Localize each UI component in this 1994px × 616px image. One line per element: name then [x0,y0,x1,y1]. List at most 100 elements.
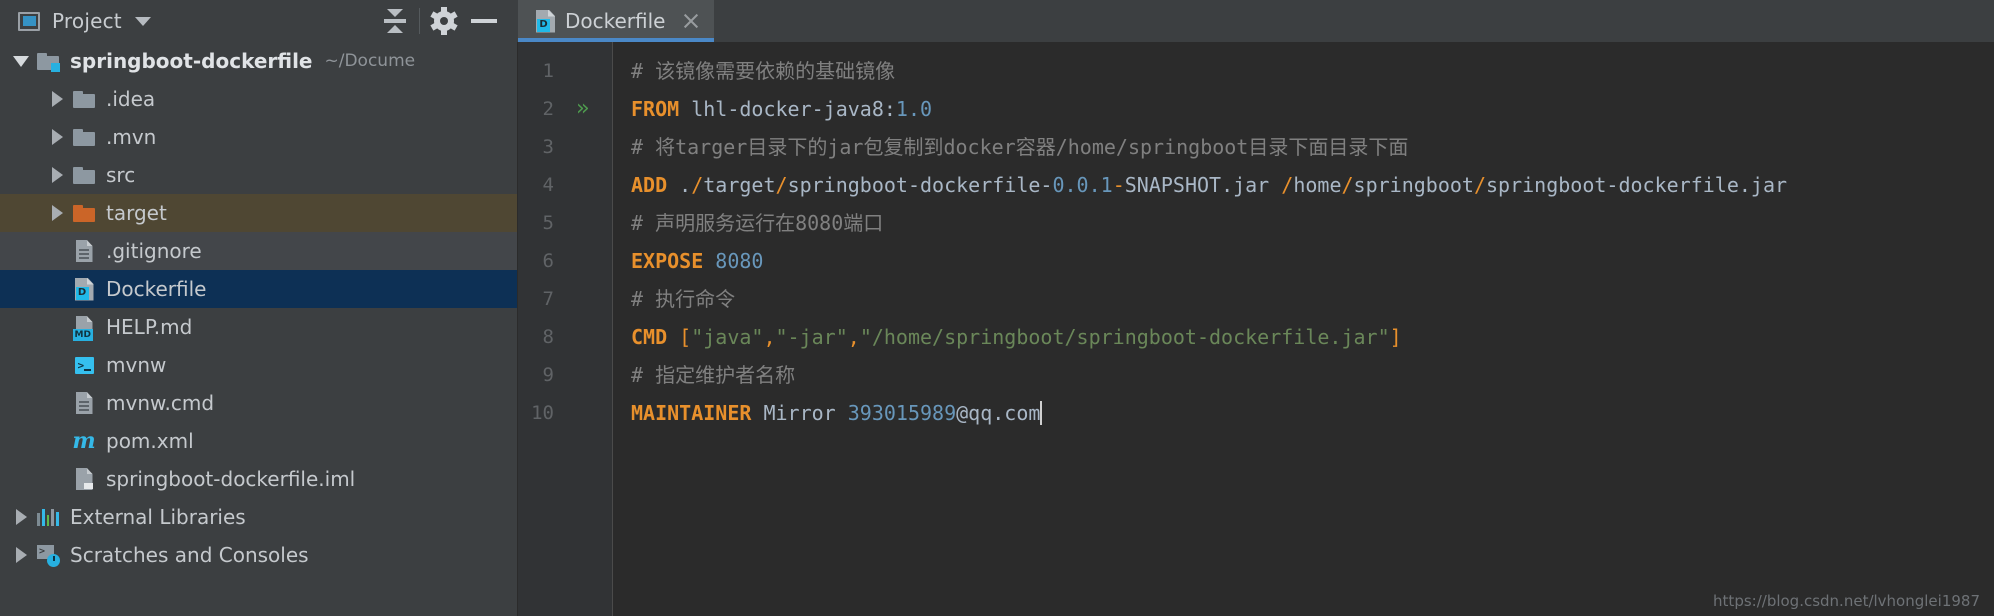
code-line: # 该镜像需要依赖的基础镜像 [631,52,1994,90]
project-window-icon [18,11,40,31]
tree-item-label: Scratches and Consoles [70,543,309,567]
toolwindow-actions [375,2,518,40]
markdown-file-icon: MD [70,316,98,341]
code-token: . [667,173,692,197]
code-token: / [775,173,788,197]
project-path-label: ~/Docume [324,51,416,71]
chevron-down-icon[interactable] [134,16,151,26]
external-libraries-icon [34,508,62,526]
tree-row-scratches-and-consoles[interactable]: > Scratches and Consoles [0,536,517,574]
scratches-icon: > [34,545,62,567]
code-line: # 声明服务运行在8080端口 [631,204,1994,242]
code-token: lhl-docker-java8: [679,97,896,121]
tree-row-src[interactable]: src [0,156,517,194]
code-token: "java" [691,325,764,349]
text-caret [1040,401,1043,425]
close-icon[interactable] [682,12,700,30]
code-line: CMD ["java","-jar","/home/springboot/spr… [631,318,1994,356]
tree-item-label: External Libraries [70,505,246,529]
code-token: springboot [1353,173,1474,197]
tree-item-label: .mvn [106,125,157,149]
tab-dockerfile[interactable]: D Dockerfile [518,0,714,42]
tree-item-label: .gitignore [106,239,202,263]
tree-row-mvn[interactable]: .mvn [0,118,517,156]
tree-row-help-md[interactable]: MD HELP.md [0,308,517,346]
line-number: 3 [542,136,554,158]
settings-button[interactable] [424,2,464,40]
code-token: # 将targer目录下的jar包复制到docker容器/home/spring… [631,135,1409,159]
tree-row-gitignore[interactable]: .gitignore [0,232,517,270]
code-token: , [763,325,776,349]
tree-row-pom-xml[interactable]: m pom.xml [0,422,517,460]
line-number: 1 [542,60,554,82]
code-token: home [1293,173,1342,197]
tree-row-dockerfile[interactable]: D Dockerfile [0,270,517,308]
project-tree[interactable]: springboot-dockerfile ~/Docume .idea .mv… [0,42,518,616]
code-token: "-jar" [775,325,848,349]
collapse-all-button[interactable] [375,2,415,40]
code-token: target [703,173,776,197]
tree-item-label: mvnw [106,353,167,377]
project-toolwindow-header: Project [0,0,518,42]
code-line: EXPOSE 8080 [631,242,1994,280]
code-token: 1.0 [895,97,933,121]
editor-tab-strip: D Dockerfile [518,0,1994,42]
top-strip: Project D Dockerfile [0,0,1994,42]
code-token: # 声明服务运行在8080端口 [631,211,884,235]
code-line: FROM lhl-docker-java8:1.0 [631,90,1994,128]
code-content[interactable]: # 该镜像需要依赖的基础镜像 FROM lhl-docker-java8:1.0 #… [613,42,1994,616]
twisty-collapsed-icon[interactable] [44,91,70,107]
tree-row-iml[interactable]: springboot-dockerfile.iml [0,460,517,498]
code-token: "/home/springboot/springboot-dockerfile.… [859,325,1390,349]
minimize-icon [471,19,497,23]
line-number: 9 [542,364,554,386]
code-line: # 将targer目录下的jar包复制到docker容器/home/spring… [631,128,1994,166]
code-token: # 该镜像需要依赖的基础镜像 [631,59,896,83]
code-token: springboot-dockerfile- [787,173,1053,197]
tree-item-label: mvnw.cmd [106,391,215,415]
folder-icon [70,166,98,184]
watermark: https://blog.csdn.net/lvhonglei1987 [1713,592,1980,610]
tab-label: Dockerfile [565,9,666,33]
twisty-expanded-icon[interactable] [8,55,34,67]
twisty-collapsed-icon[interactable] [44,167,70,183]
twisty-collapsed-icon[interactable] [8,547,34,563]
tree-row-idea[interactable]: .idea [0,80,517,118]
code-token: MAINTAINER [631,401,752,425]
code-token: Mirror [751,401,848,425]
tree-row-mvnw-cmd[interactable]: mvnw.cmd [0,384,517,422]
code-token: # 执行命令 [631,287,736,311]
code-line: # 执行命令 [631,280,1994,318]
line-number: 5 [542,212,554,234]
code-line: # 指定维护者名称 [631,356,1994,394]
tree-item-label: springboot-dockerfile [70,49,313,73]
hide-toolwindow-button[interactable] [464,2,504,40]
twisty-collapsed-icon[interactable] [44,205,70,221]
code-editor[interactable]: 1 2 3 4 5 6 7 8 9 10 » # 该镜像需要依赖的基础镜像 FRO… [518,42,1994,616]
twisty-collapsed-icon[interactable] [44,129,70,145]
twisty-collapsed-icon[interactable] [8,509,34,525]
editor-gutter[interactable]: 1 2 3 4 5 6 7 8 9 10 » [518,42,613,616]
line-number: 8 [542,326,554,348]
code-line: ADD ./target/springboot-dockerfile-0.0.1… [631,166,1994,204]
docker-run-icon[interactable]: » [576,90,598,128]
code-token: ] [1389,325,1402,349]
code-token: ADD [631,173,668,197]
tree-item-label: HELP.md [106,315,193,339]
code-token: , [847,325,860,349]
tree-item-label: .idea [106,87,156,111]
main-body: springboot-dockerfile ~/Docume .idea .mv… [0,42,1994,616]
collapse-all-icon [383,8,407,34]
tree-row-external-libraries[interactable]: External Libraries [0,498,517,536]
toolbar-divider [419,8,420,34]
text-file-icon [70,240,98,262]
tree-row-target[interactable]: target [0,194,517,232]
dockerfile-icon: D [70,277,98,301]
tree-item-label: target [106,201,167,225]
code-line: MAINTAINER Mirror 393015989@qq.com [631,394,1994,432]
code-token: springboot-dockerfile.jar [1486,173,1788,197]
iml-file-icon [70,468,98,490]
code-token: EXPOSE [631,249,704,273]
tree-row-mvnw[interactable]: > mvnw [0,346,517,384]
tree-row-springboot-dockerfile[interactable]: springboot-dockerfile ~/Docume [0,42,517,80]
